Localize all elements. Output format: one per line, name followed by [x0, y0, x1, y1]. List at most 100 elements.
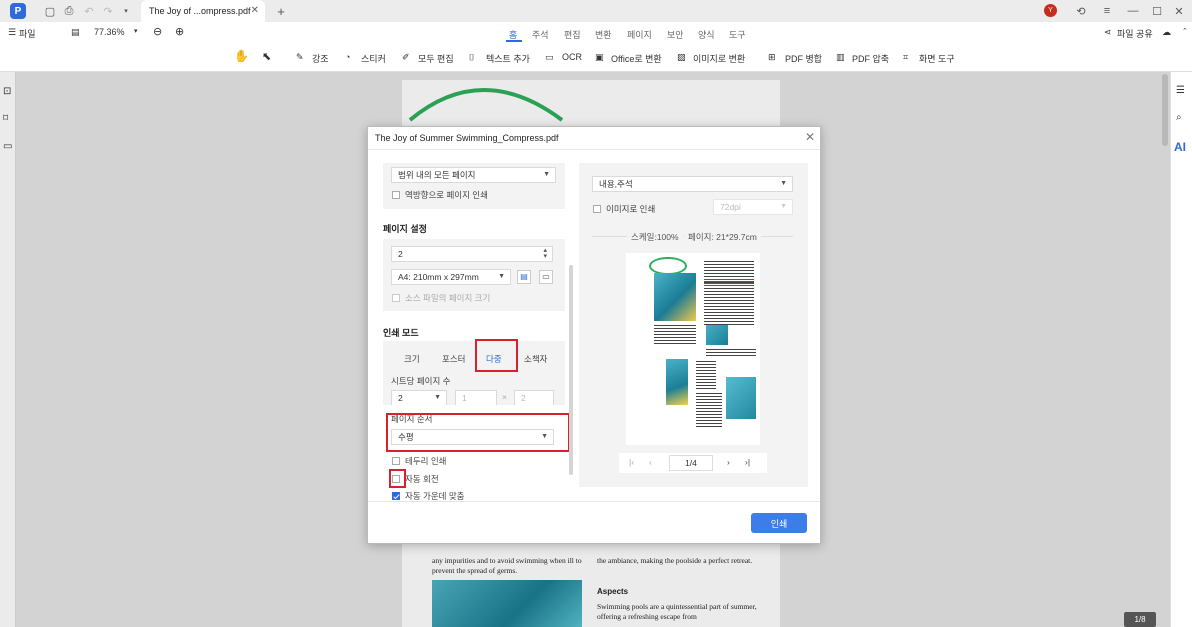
prev-page-icon[interactable]: ‹: [649, 457, 652, 467]
close-icon[interactable]: ✕: [805, 130, 815, 144]
hand-tool-icon[interactable]: ✋: [234, 49, 249, 63]
tool-pdf-merge[interactable]: PDF 병합: [785, 52, 822, 65]
tool-to-office[interactable]: Office로 변환: [611, 52, 662, 65]
ocr-icon[interactable]: ▭: [545, 52, 554, 63]
file-menu[interactable]: 파일: [19, 27, 36, 40]
highlight-icon[interactable]: ✎: [296, 52, 304, 63]
landscape-icon[interactable]: ▭: [539, 270, 553, 284]
close-tab-icon[interactable]: ✕: [251, 5, 259, 16]
print-button[interactable]: 인쇄: [751, 513, 807, 533]
last-page-icon[interactable]: ›|: [745, 457, 750, 467]
save-icon[interactable]: ▢: [43, 4, 57, 18]
tool-pdf-compress[interactable]: PDF 압축: [852, 52, 889, 65]
chevron-down-icon[interactable]: ▾: [119, 4, 133, 18]
auto-rotate-label: 자동 회전: [405, 474, 439, 484]
reverse-label: 역방향으로 페이지 인쇄: [405, 190, 488, 200]
range-select[interactable]: 범위 내의 모든 페이지 ▼: [391, 167, 556, 183]
tool-ocr[interactable]: OCR: [562, 52, 582, 62]
menu-edit[interactable]: 편집: [564, 28, 581, 41]
search-icon[interactable]: ⌕: [1176, 112, 1182, 123]
dialog-title: The Joy of Summer Swimming_Compress.pdf: [375, 133, 559, 143]
menu-icon[interactable]: ≡: [1100, 4, 1114, 18]
document-tab[interactable]: The Joy of ...ompress.pdf ✕: [141, 0, 265, 22]
tab-booklet[interactable]: 소책자: [524, 353, 547, 365]
main-toolbar: ☰ 파일 ▤ 77.36% ▾ ⊖ ⊕ 홈 주석 편집 변환 페이지 보안 양식…: [0, 22, 1192, 44]
maximize-icon[interactable]: ☐: [1150, 4, 1164, 18]
first-page-icon[interactable]: |‹: [629, 457, 634, 467]
zoom-in-icon[interactable]: ⊕: [175, 25, 184, 38]
office-icon[interactable]: ▣: [595, 52, 604, 63]
screen-tool-icon[interactable]: ⌗: [903, 52, 908, 63]
menu-page[interactable]: 페이지: [627, 28, 652, 41]
dpi-select[interactable]: 72dpi ▼: [713, 199, 793, 215]
stepper-icon[interactable]: ▴ ▾: [543, 247, 547, 260]
tab-size[interactable]: 크기: [404, 353, 420, 365]
cols-value: 2: [521, 393, 526, 403]
page-size-label: 페이지: 21*29.7cm: [684, 231, 761, 243]
zoom-out-icon[interactable]: ⊖: [153, 25, 162, 38]
share-icon[interactable]: ⋖: [1104, 27, 1112, 38]
image-icon[interactable]: ▨: [677, 52, 686, 63]
right-sidebar: ☰ ⌕ AI: [1170, 72, 1192, 627]
avatar[interactable]: Y: [1044, 4, 1057, 17]
menu-convert[interactable]: 변환: [595, 28, 612, 41]
close-window-icon[interactable]: ✕: [1172, 4, 1186, 18]
collapse-icon[interactable]: ⌃: [1182, 27, 1188, 35]
preview-text-block: [706, 349, 756, 357]
zoom-dropdown-icon[interactable]: ▾: [134, 27, 138, 35]
select-tool-icon[interactable]: ⬉: [262, 50, 271, 63]
sticker-icon[interactable]: ◔: [345, 52, 350, 62]
new-tab-icon[interactable]: +: [274, 4, 288, 19]
print-icon[interactable]: ⎙: [62, 4, 76, 18]
zoom-level[interactable]: 77.36%: [94, 27, 125, 37]
sync-icon[interactable]: ⟲: [1074, 4, 1088, 18]
portrait-icon[interactable]: ▤: [517, 270, 531, 284]
tab-title: The Joy of ...ompress.pdf: [149, 6, 251, 16]
menu-comment[interactable]: 주석: [532, 28, 549, 41]
add-text-icon[interactable]: ⌷: [469, 52, 474, 63]
source-size-checkbox[interactable]: [392, 294, 400, 302]
tool-add-text[interactable]: 텍스트 추가: [486, 52, 530, 65]
paper-size-select[interactable]: A4: 210mm x 297mm ▼: [391, 269, 511, 285]
edit-all-icon[interactable]: ✐: [402, 52, 410, 63]
minimize-icon[interactable]: —: [1126, 4, 1140, 18]
copies-input[interactable]: 2 ▴ ▾: [391, 246, 553, 262]
paper-size-value: A4: 210mm x 297mm: [398, 272, 479, 282]
menu-security[interactable]: 보안: [667, 28, 684, 41]
redo-icon[interactable]: ↷: [101, 4, 115, 18]
times-sign: ×: [502, 392, 507, 402]
reverse-checkbox[interactable]: [392, 191, 400, 199]
chevron-down-icon: ▼: [780, 180, 787, 187]
page-order-highlight: [386, 413, 570, 452]
ai-icon[interactable]: AI: [1174, 140, 1186, 154]
merge-icon[interactable]: ⊞: [768, 52, 776, 63]
page-view-icon[interactable]: ▤: [71, 27, 80, 38]
share-file-button[interactable]: 파일 공유: [1117, 27, 1153, 40]
next-page-icon[interactable]: ›: [727, 457, 730, 467]
print-dialog: The Joy of Summer Swimming_Compress.pdf …: [367, 126, 821, 544]
cols-input[interactable]: 2: [514, 390, 554, 406]
tool-sticker[interactable]: 스티커: [361, 52, 386, 65]
cloud-icon[interactable]: ☁: [1162, 27, 1171, 38]
tool-edit-all[interactable]: 모두 편집: [418, 52, 454, 65]
properties-icon[interactable]: ☰: [1176, 85, 1185, 96]
tool-screen[interactable]: 화면 도구: [919, 52, 955, 65]
hamburger-icon[interactable]: ☰: [8, 27, 16, 38]
tab-poster[interactable]: 포스터: [442, 353, 465, 365]
options-scrollbar[interactable]: [569, 265, 573, 475]
preview-text-block: [696, 361, 716, 389]
border-checkbox[interactable]: [392, 457, 400, 465]
print-as-image-checkbox[interactable]: [593, 205, 601, 213]
menu-form[interactable]: 양식: [698, 28, 715, 41]
tool-to-image[interactable]: 이미지로 변환: [693, 52, 745, 65]
menu-tools[interactable]: 도구: [729, 28, 746, 41]
content-select[interactable]: 내용,주석 ▼: [592, 176, 793, 192]
rows-input[interactable]: 1: [455, 390, 497, 406]
tool-highlight[interactable]: 강조: [312, 52, 329, 65]
pages-per-sheet-select[interactable]: 2 ▼: [391, 390, 447, 406]
undo-icon[interactable]: ↶: [82, 4, 96, 18]
page-number-input[interactable]: 1/4: [669, 455, 713, 471]
border-label: 테두리 인쇄: [405, 456, 447, 466]
auto-center-checkbox[interactable]: [392, 492, 400, 500]
compress-icon[interactable]: ▥: [836, 52, 845, 63]
